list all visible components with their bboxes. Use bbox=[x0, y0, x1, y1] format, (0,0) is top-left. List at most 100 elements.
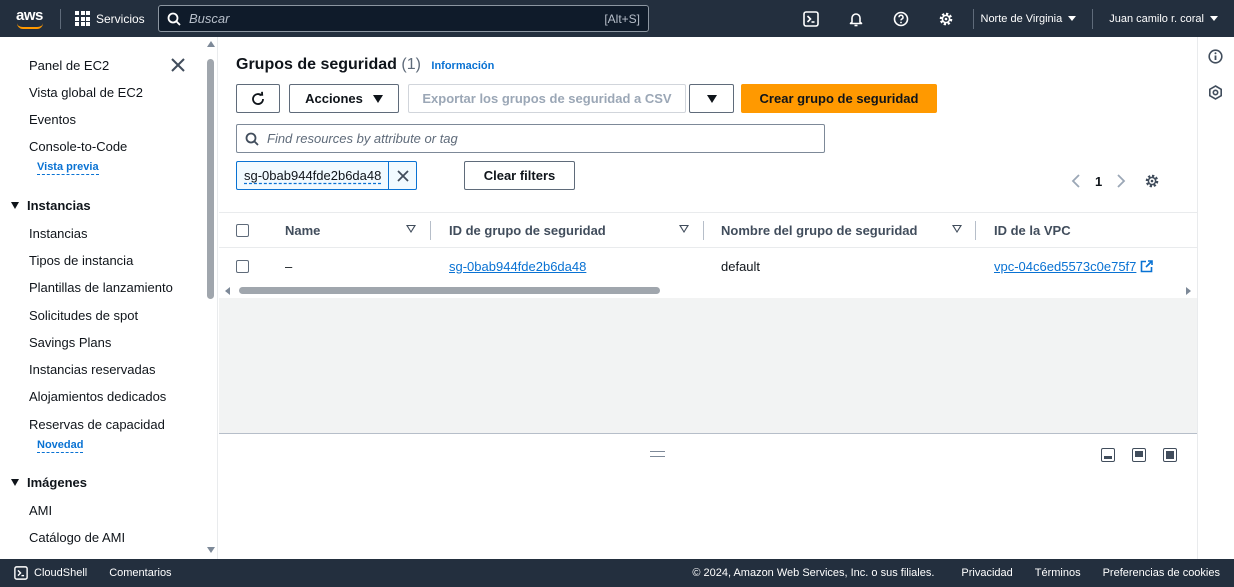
aws-logo-text: aws bbox=[16, 7, 43, 24]
remove-filter-button[interactable] bbox=[389, 162, 416, 189]
tools-rail bbox=[1197, 37, 1234, 559]
sidebar-item-spot-requests[interactable]: Solicitudes de spot bbox=[29, 308, 138, 323]
caret-down-icon bbox=[372, 94, 383, 103]
gear-icon[interactable] bbox=[1144, 173, 1160, 189]
sidebar-item-launch-templates[interactable]: Plantillas de lanzamiento bbox=[29, 280, 173, 295]
caret-down-icon bbox=[11, 479, 19, 486]
help-button[interactable] bbox=[878, 0, 923, 37]
aws-logo[interactable]: aws bbox=[0, 0, 60, 37]
chevron-left-icon[interactable] bbox=[1071, 174, 1081, 188]
page-number[interactable]: 1 bbox=[1095, 174, 1102, 189]
close-navigation-button[interactable] bbox=[170, 57, 186, 76]
filter-input[interactable] bbox=[267, 131, 807, 146]
panel-position-side-icon[interactable] bbox=[1132, 448, 1146, 462]
sidebar-item-dedicated-hosts[interactable]: Alojamientos dedicados bbox=[29, 389, 166, 404]
create-security-group-button[interactable]: Crear grupo de seguridad bbox=[741, 84, 937, 113]
divider bbox=[60, 8, 61, 29]
scroll-up-icon[interactable] bbox=[207, 41, 215, 47]
scroll-down-icon[interactable] bbox=[207, 547, 215, 553]
sidebar-item-capacity-reservations[interactable]: Reservas de capacidad bbox=[29, 417, 165, 432]
sidebar-item-console-to-code[interactable]: Console-to-Code bbox=[29, 139, 127, 154]
cookie-preferences-link[interactable]: Preferencias de cookies bbox=[1103, 567, 1220, 579]
table-horizontal-scrollbar[interactable] bbox=[219, 284, 1197, 298]
main-content: Grupos de seguridad (1) Información Acci… bbox=[219, 37, 1197, 433]
section-title: Imágenes bbox=[27, 475, 87, 490]
page-title-text: Grupos de seguridad bbox=[236, 56, 397, 73]
security-group-id-link[interactable]: sg-0bab944fde2b6da48 bbox=[449, 248, 586, 284]
column-header-name[interactable]: Name bbox=[285, 213, 320, 248]
close-icon bbox=[171, 58, 185, 72]
external-link-icon[interactable] bbox=[1140, 259, 1154, 273]
sidebar-item-ec2-dashboard[interactable]: Panel de EC2 bbox=[29, 58, 109, 73]
feedback-link[interactable]: Comentarios bbox=[109, 567, 171, 579]
cloudshell-footer-button[interactable]: CloudShell bbox=[14, 566, 87, 580]
filter-bar[interactable] bbox=[236, 124, 825, 153]
security-groups-panel: Grupos de seguridad (1) Información Acci… bbox=[219, 37, 1197, 212]
chevron-right-icon[interactable] bbox=[1116, 174, 1126, 188]
info-icon[interactable] bbox=[1208, 49, 1223, 64]
preview-badge[interactable]: Vista previa bbox=[37, 161, 99, 175]
info-link[interactable]: Información bbox=[431, 60, 494, 72]
caret-down-icon bbox=[706, 94, 717, 103]
new-badge[interactable]: Novedad bbox=[37, 439, 84, 453]
sidebar-item-reserved-instances[interactable]: Instancias reservadas bbox=[29, 362, 155, 377]
sidebar-item-ami[interactable]: AMI bbox=[29, 503, 52, 518]
bell-icon bbox=[849, 12, 862, 26]
privacy-link[interactable]: Privacidad bbox=[961, 567, 1012, 579]
sidebar-item-global-view[interactable]: Vista global de EC2 bbox=[29, 85, 143, 100]
sort-icon[interactable] bbox=[406, 225, 416, 233]
select-all-checkbox[interactable] bbox=[236, 224, 249, 237]
export-options-button[interactable] bbox=[689, 84, 734, 113]
sidebar-section-images[interactable]: Imágenes bbox=[11, 475, 87, 490]
gear-icon bbox=[939, 12, 952, 25]
settings-button[interactable] bbox=[923, 0, 968, 37]
panel-position-full-icon[interactable] bbox=[1163, 448, 1177, 462]
clear-filters-button[interactable]: Clear filters bbox=[464, 161, 575, 190]
sidebar-scrollbar[interactable] bbox=[205, 41, 216, 553]
search-bar[interactable]: [Alt+S] bbox=[158, 5, 649, 32]
cloudshell-button[interactable] bbox=[788, 0, 833, 37]
search-shortcut: [Alt+S] bbox=[604, 11, 640, 26]
table-header: Name ID de grupo de seguridad Nombre del… bbox=[219, 212, 1197, 248]
column-header-sg-id[interactable]: ID de grupo de seguridad bbox=[449, 213, 606, 248]
scrollbar-thumb[interactable] bbox=[239, 287, 660, 294]
sort-icon[interactable] bbox=[952, 225, 962, 233]
assistant-icon[interactable] bbox=[1208, 85, 1223, 100]
actions-button[interactable]: Acciones bbox=[289, 84, 399, 113]
account-menu[interactable]: Juan camilo r. coral bbox=[1093, 13, 1234, 25]
scroll-left-icon[interactable] bbox=[225, 287, 230, 295]
panel-position-bottom-icon[interactable] bbox=[1101, 448, 1115, 462]
help-icon bbox=[893, 11, 908, 26]
column-divider[interactable] bbox=[430, 221, 431, 240]
cloudshell-label: CloudShell bbox=[34, 567, 88, 579]
sidebar-item-instance-types[interactable]: Tipos de instancia bbox=[29, 253, 133, 268]
pagination: 1 bbox=[1071, 173, 1160, 189]
sidebar-item-ami-catalog[interactable]: Catálogo de AMI bbox=[29, 530, 125, 545]
sort-icon[interactable] bbox=[679, 225, 689, 233]
column-divider[interactable] bbox=[703, 221, 704, 240]
cloudshell-icon bbox=[14, 566, 28, 580]
table-row[interactable]: – sg-0bab944fde2b6da48 default vpc-04c6e… bbox=[219, 248, 1197, 284]
column-divider[interactable] bbox=[975, 221, 976, 240]
scrollbar-thumb[interactable] bbox=[207, 59, 214, 299]
region-selector[interactable]: Norte de Virginia bbox=[965, 13, 1093, 25]
column-header-vpc-id[interactable]: ID de la VPC bbox=[994, 213, 1071, 248]
vpc-id-link[interactable]: vpc-04c6ed5573c0e75f7 bbox=[994, 259, 1136, 274]
services-menu-button[interactable]: Servicios bbox=[75, 11, 145, 26]
row-checkbox[interactable] bbox=[236, 260, 249, 273]
cell-name: – bbox=[285, 258, 293, 274]
search-input[interactable] bbox=[189, 11, 605, 26]
refresh-button[interactable] bbox=[236, 84, 280, 113]
resize-handle-icon[interactable] bbox=[650, 451, 665, 457]
notifications-button[interactable] bbox=[833, 0, 878, 37]
page-title: Grupos de seguridad (1) Información bbox=[236, 56, 494, 74]
sidebar-section-instances[interactable]: Instancias bbox=[11, 198, 91, 213]
filter-token-label[interactable]: sg-0bab944fde2b6da48 bbox=[237, 162, 390, 189]
sidebar-item-events[interactable]: Eventos bbox=[29, 112, 76, 127]
sidebar-item-savings-plans[interactable]: Savings Plans bbox=[29, 335, 111, 350]
terms-link[interactable]: Términos bbox=[1035, 567, 1081, 579]
sidebar-item-instances[interactable]: Instancias bbox=[29, 226, 88, 241]
scroll-right-icon[interactable] bbox=[1186, 287, 1191, 295]
column-header-sg-name[interactable]: Nombre del grupo de seguridad bbox=[721, 213, 917, 248]
export-csv-button[interactable]: Exportar los grupos de seguridad a CSV bbox=[408, 84, 686, 113]
